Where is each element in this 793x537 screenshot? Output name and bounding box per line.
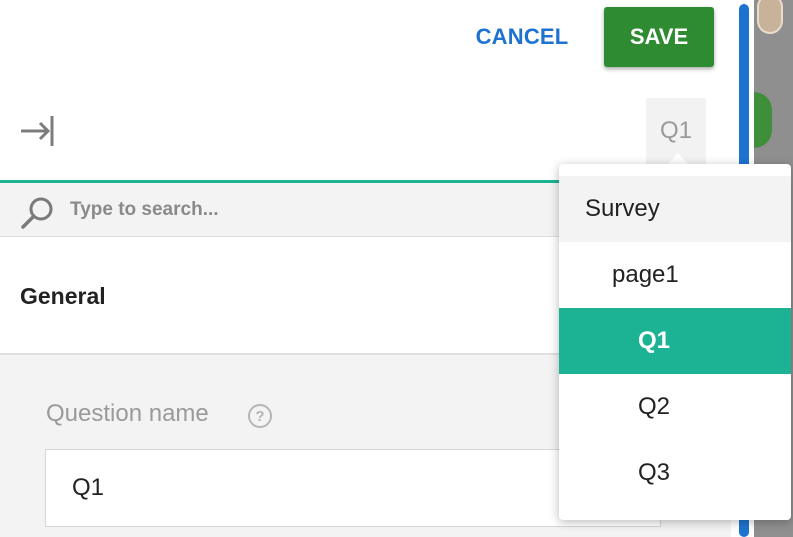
avatar	[757, 0, 783, 34]
dropdown-item-q2[interactable]: Q2	[559, 374, 791, 440]
dropdown-item-survey[interactable]: Survey	[559, 176, 791, 242]
dropdown-item-page1[interactable]: page1	[559, 242, 791, 308]
save-button[interactable]: SAVE	[604, 7, 714, 67]
search-input[interactable]	[70, 195, 490, 225]
collapse-panel-icon[interactable]	[18, 112, 58, 152]
help-icon[interactable]: ?	[248, 404, 272, 428]
dropdown-item-q1[interactable]: Q1	[559, 308, 791, 374]
section-title: General	[20, 283, 106, 309]
search-icon	[21, 197, 53, 229]
question-name-label: Question name	[46, 400, 209, 427]
cancel-button[interactable]: CANCEL	[470, 20, 574, 54]
dropdown-item-q3[interactable]: Q3	[559, 440, 791, 506]
object-selector-dropdown: Survey page1 Q1 Q2 Q3	[559, 164, 791, 520]
